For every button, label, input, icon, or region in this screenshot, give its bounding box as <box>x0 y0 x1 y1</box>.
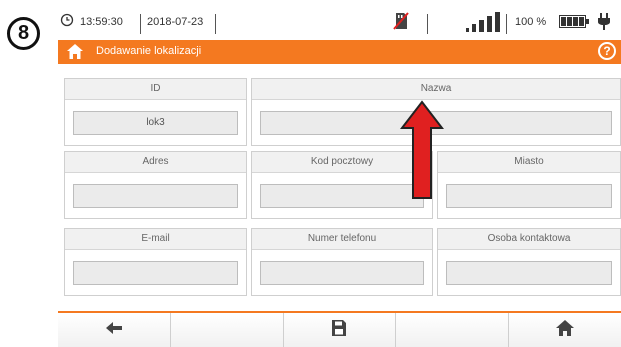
battery-icon <box>559 15 589 31</box>
osoba-cell: Osoba kontaktowa <box>437 228 621 296</box>
nazwa-label: Nazwa <box>252 79 620 100</box>
osoba-field[interactable] <box>446 261 612 285</box>
step-number-badge: 8 <box>7 17 40 50</box>
battery-percent: 100 % <box>515 16 547 28</box>
telefon-cell: Numer telefonu <box>251 228 433 296</box>
home-icon[interactable] <box>66 43 84 65</box>
status-bar: 13:59:30 2018-07-23 100 % <box>60 10 620 38</box>
telefon-field[interactable] <box>260 261 424 285</box>
id-label: ID <box>65 79 246 100</box>
telefon-label: Numer telefonu <box>252 229 432 250</box>
email-field[interactable] <box>73 261 238 285</box>
save-button[interactable] <box>283 313 397 347</box>
toolbar-empty-button-2[interactable] <box>396 313 510 347</box>
id-cell: ID lok3 <box>64 78 247 146</box>
status-time: 13:59:30 <box>80 16 123 28</box>
title-bar: Dodawanie lokalizacji ? <box>58 40 621 64</box>
clock-icon <box>60 13 74 30</box>
save-icon <box>332 319 347 341</box>
email-label: E-mail <box>65 229 246 250</box>
annotation-arrow <box>400 100 444 199</box>
status-date: 2018-07-23 <box>147 16 204 28</box>
page-title: Dodawanie lokalizacji <box>96 45 202 57</box>
miasto-label: Miasto <box>438 152 620 173</box>
no-sd-card-icon <box>393 12 409 33</box>
osoba-label: Osoba kontaktowa <box>438 229 620 250</box>
power-plug-icon <box>598 13 610 33</box>
id-field[interactable]: lok3 <box>73 111 238 135</box>
bottom-toolbar <box>58 311 621 347</box>
toolbar-empty-button-1[interactable] <box>170 313 284 347</box>
miasto-cell: Miasto <box>437 151 621 219</box>
adres-cell: Adres <box>64 151 247 219</box>
signal-strength-icon <box>466 12 500 35</box>
home-button[interactable] <box>509 313 621 347</box>
back-button[interactable] <box>58 313 171 347</box>
help-icon[interactable]: ? <box>598 42 616 60</box>
adres-field[interactable] <box>73 184 238 208</box>
miasto-field[interactable] <box>446 184 612 208</box>
adres-label: Adres <box>65 152 246 173</box>
email-cell: E-mail <box>64 228 247 296</box>
home-icon <box>556 319 575 341</box>
back-arrow-icon <box>105 321 122 339</box>
